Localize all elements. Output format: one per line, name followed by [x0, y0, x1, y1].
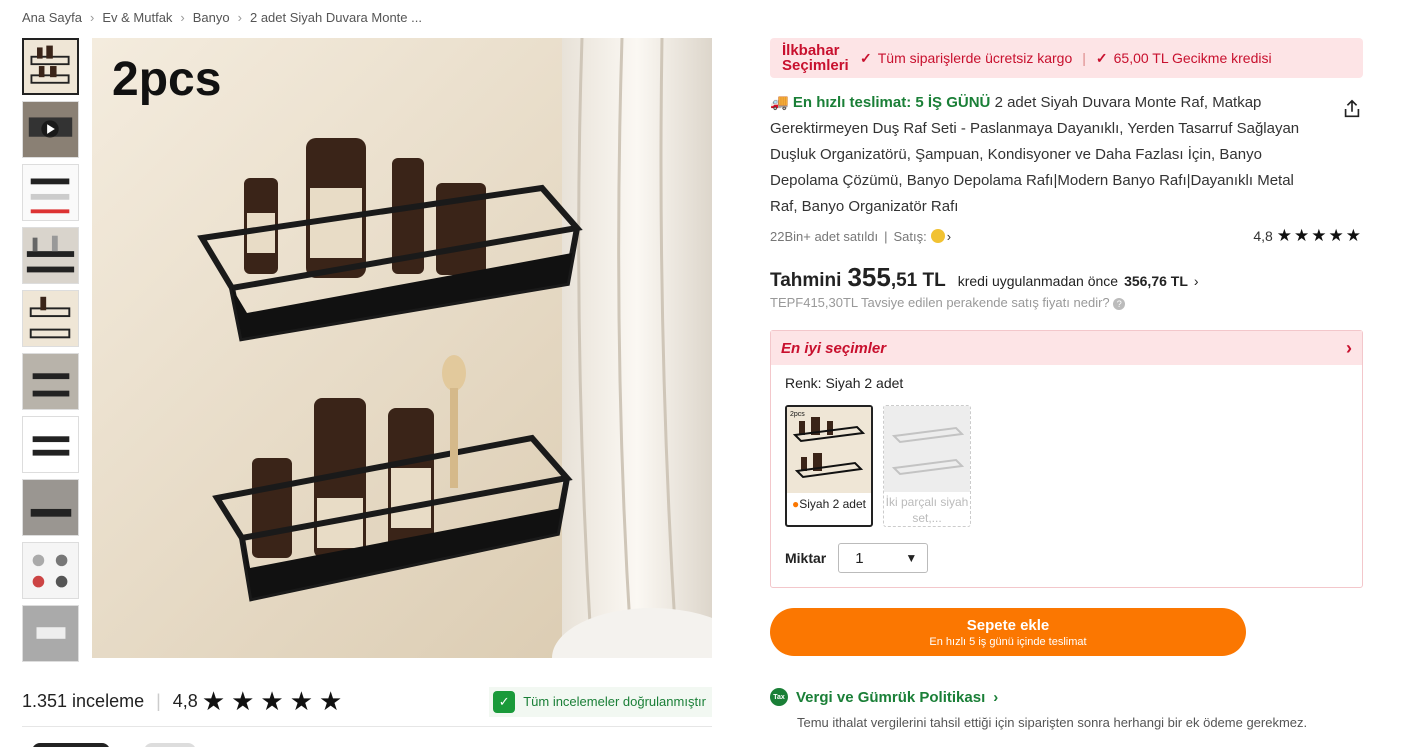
- chevron-right-icon[interactable]: ›: [1346, 338, 1352, 359]
- fast-delivery: 🚚 En hızlı teslimat: 5 İŞ GÜNÜ: [770, 94, 990, 111]
- product-info-panel: İlkbahar Seçimleri ✓ Tüm siparişlerde üc…: [770, 38, 1363, 730]
- promo-item-text: 65,00 TL Gecikme kredisi: [1113, 50, 1272, 66]
- check-icon: ✓: [1095, 49, 1108, 66]
- price-prefix: Tahmini: [770, 270, 842, 291]
- add-to-cart-button[interactable]: Sepete ekle En hızlı 5 iş günü içinde te…: [770, 608, 1246, 656]
- thumbnail-4[interactable]: [22, 227, 79, 284]
- breadcrumb-bathroom[interactable]: Banyo: [193, 10, 230, 25]
- swatch-image: 2pcs: [787, 407, 871, 493]
- best-choices-header[interactable]: En iyi seçimler ›: [771, 331, 1362, 365]
- tax-policy-title: Vergi ve Gümrük Politikası: [796, 688, 986, 706]
- price-note: kredi uygulanmadan önce: [957, 273, 1119, 289]
- image-pcs-label: 2pcs: [112, 53, 222, 106]
- original-price[interactable]: 356,76 TL: [1124, 273, 1188, 289]
- star-rating-icon: ★★★★★: [1276, 226, 1363, 245]
- divider: [22, 726, 712, 727]
- review-tab[interactable]: [144, 743, 196, 747]
- review-count[interactable]: 1.351 inceleme: [22, 691, 144, 712]
- best-choices-title: En iyi seçimler: [781, 339, 887, 357]
- share-icon[interactable]: [1341, 98, 1363, 120]
- chevron-right-icon: ›: [993, 688, 999, 706]
- delay-credit-promo: ✓ 65,00 TL Gecikme kredisi: [1096, 50, 1272, 67]
- chevron-down-icon: ▼: [905, 551, 918, 565]
- star-rating-icon: ★★★★★: [201, 686, 349, 716]
- chevron-right-icon: ›: [237, 10, 242, 25]
- thumbnail-1[interactable]: [22, 38, 79, 95]
- seller-label[interactable]: Satış:: [893, 229, 926, 244]
- review-score: 4,8: [172, 691, 198, 711]
- thumbnail-list: [22, 38, 79, 668]
- color-label: Renk: Siyah 2 adet: [785, 375, 904, 391]
- product-title-text: 2 adet Siyah Duvara Monte Raf, Matkap Ge…: [770, 94, 1300, 215]
- free-shipping-promo: ✓ Tüm siparişlerde ücretsiz kargo: [860, 50, 1072, 67]
- price-main: 355: [847, 262, 891, 292]
- promo-banner: İlkbahar Seçimleri ✓ Tüm siparişlerde üc…: [770, 38, 1363, 78]
- review-tabs: [32, 743, 196, 747]
- verified-reviews-badge: ✓ Tüm incelemeler doğrulanmıştır: [489, 686, 712, 717]
- swatch-label-text: Siyah 2 adet: [799, 497, 866, 511]
- thumbnail-10[interactable]: [22, 605, 79, 662]
- swatch-black-2pcs[interactable]: 2pcs ●Siyah 2 adet: [785, 405, 873, 527]
- quantity-label: Miktar: [785, 550, 827, 566]
- add-to-cart-label: Sepete ekle: [966, 616, 1050, 634]
- quantity-select[interactable]: 1 ▼: [838, 543, 929, 573]
- check-icon: ✓: [860, 49, 872, 66]
- rrp-text[interactable]: TEPF415,30TL Tavsiye edilen perakende sa…: [770, 295, 1363, 310]
- thumbnail-7[interactable]: [22, 416, 79, 473]
- thumbnail-8[interactable]: [22, 479, 79, 536]
- swatch-two-piece-black[interactable]: İki parçalı siyah set,...: [883, 405, 971, 527]
- breadcrumb-current: 2 adet Siyah Duvara Monte ...: [249, 10, 422, 25]
- divider: |: [1082, 50, 1086, 66]
- color-swatches: 2pcs ●Siyah 2 adet İki parçalı siyah set…: [785, 405, 1362, 527]
- breadcrumb-home[interactable]: Ana Sayfa: [22, 10, 82, 25]
- review-tab-active[interactable]: [32, 743, 110, 747]
- main-product-image[interactable]: 2pcs: [92, 38, 712, 658]
- quantity-value: 1: [855, 549, 864, 567]
- thumbnail-6[interactable]: [22, 353, 79, 410]
- shield-check-icon: ✓: [493, 690, 516, 713]
- tax-policy-note: Temu ithalat vergilerini tahsil ettiği i…: [797, 715, 1308, 730]
- promo-title: İlkbahar Seçimleri: [782, 42, 849, 74]
- swatch-label: İki parçalı siyah set,...: [885, 495, 969, 525]
- product-title: 🚚 En hızlı teslimat: 5 İŞ GÜNÜ 2 adet Si…: [770, 90, 1363, 220]
- seller-emoji-icon: [930, 229, 945, 243]
- price-cents: ,51 TL: [890, 270, 946, 291]
- tax-policy-link[interactable]: Tax Vergi ve Gümrük Politikası ›: [770, 688, 1363, 706]
- rating-value: 4,8: [1253, 228, 1273, 244]
- swatch-tag: 2pcs: [790, 411, 805, 418]
- price-row: Tahmini 355,51 TL kredi uygulanmadan önc…: [770, 262, 1363, 293]
- product-rating[interactable]: 4,8 ★★★★★: [1253, 226, 1363, 246]
- chevron-right-icon[interactable]: ›: [947, 229, 951, 244]
- quantity-row: Miktar 1 ▼: [785, 543, 1362, 573]
- thumbnail-5[interactable]: [22, 290, 79, 347]
- sales-meta: 22Bin+ adet satıldı | Satış: › 4,8 ★★★★★: [770, 226, 1363, 246]
- promo-item-text: Tüm siparişlerde ücretsiz kargo: [877, 50, 1073, 66]
- chevron-right-icon: ›: [180, 10, 185, 25]
- tax-icon: Tax: [770, 688, 788, 706]
- thumbnail-3[interactable]: [22, 164, 79, 221]
- breadcrumb: Ana Sayfa › Ev & Mutfak › Banyo › 2 adet…: [22, 10, 422, 25]
- chevron-right-icon: ›: [90, 10, 95, 25]
- review-summary: 1.351 inceleme | 4,8 ★★★★★ ✓ Tüm incelem…: [22, 686, 712, 717]
- help-icon[interactable]: ?: [1113, 298, 1126, 310]
- rrp-label: TEPF415,30TL Tavsiye edilen perakende sa…: [770, 295, 1110, 310]
- chevron-right-icon[interactable]: ›: [1194, 273, 1199, 289]
- divider: |: [156, 691, 161, 711]
- thumbnail-video[interactable]: [22, 101, 79, 158]
- add-to-cart-sublabel: En hızlı 5 iş günü içinde teslimat: [929, 635, 1087, 648]
- fast-delivery-text: En hızlı teslimat: 5 İŞ GÜNÜ: [792, 94, 991, 111]
- swatch-label: ●Siyah 2 adet: [787, 493, 871, 511]
- divider: |: [884, 228, 888, 244]
- swatch-image: [884, 406, 970, 492]
- thumbnail-9[interactable]: [22, 542, 79, 599]
- breadcrumb-home-kitchen[interactable]: Ev & Mutfak: [102, 10, 172, 25]
- best-choices-box: En iyi seçimler › Renk: Siyah 2 adet 2pc…: [770, 330, 1363, 588]
- sold-count: 22Bin+ adet satıldı: [770, 228, 879, 244]
- truck-icon: 🚚: [770, 94, 789, 111]
- verified-text: Tüm incelemeler doğrulanmıştır: [523, 694, 706, 709]
